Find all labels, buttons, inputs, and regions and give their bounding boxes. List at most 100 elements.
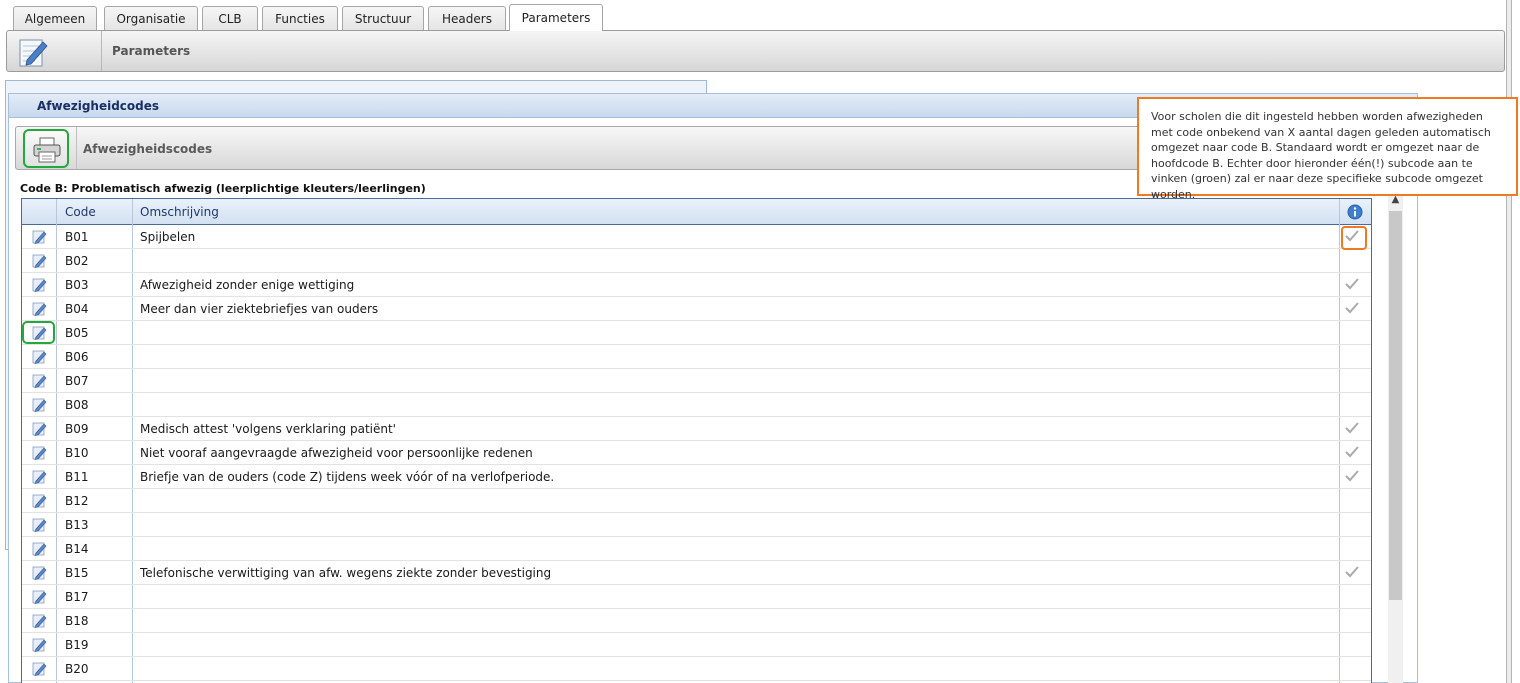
checkbox-empty[interactable] [1344, 589, 1360, 603]
row-description: Telefonische verwittiging van afw. wegen… [140, 566, 552, 580]
checkbox-empty[interactable] [1344, 493, 1360, 507]
row-code: B18 [65, 614, 89, 628]
edit-icon[interactable] [31, 661, 47, 677]
edit-icon[interactable] [31, 349, 47, 365]
checkmark-icon[interactable] [1344, 565, 1360, 579]
row-description: Medisch attest 'volgens verklaring patië… [140, 422, 396, 436]
notepad-pencil-icon [15, 36, 49, 68]
checkbox-empty[interactable] [1344, 517, 1360, 531]
table-row[interactable]: B07 [22, 369, 1371, 393]
table-row[interactable]: B15 Telefonische verwittiging van afw. we… [22, 561, 1371, 585]
table-row[interactable]: B06 [22, 345, 1371, 369]
table-row[interactable]: B03 Afwezigheid zonder enige wettiging [22, 273, 1371, 297]
checkmark-icon[interactable] [1344, 469, 1360, 483]
checkbox-empty[interactable] [1344, 661, 1360, 675]
tab-bar: Algemeen Organisatie CLB Functies Struct… [0, 0, 1506, 31]
checkbox-empty[interactable] [1344, 253, 1360, 267]
row-code: B05 [65, 326, 89, 340]
checkbox-empty[interactable] [1344, 397, 1360, 411]
checkbox-empty[interactable] [1344, 325, 1360, 339]
row-code: B06 [65, 350, 89, 364]
info-icon[interactable] [1347, 204, 1363, 220]
row-code: B17 [65, 590, 89, 604]
tab-organisatie[interactable]: Organisatie [104, 6, 198, 31]
checkbox-empty[interactable] [1344, 373, 1360, 387]
tab-headers[interactable]: Headers [428, 6, 506, 31]
edit-icon[interactable] [31, 445, 47, 461]
checkmark-icon[interactable] [1344, 301, 1360, 315]
row-description: Meer dan vier ziektebriefjes van ouders [140, 302, 379, 316]
edit-icon[interactable] [31, 493, 47, 509]
grid-header: Code Omschrijving [22, 199, 1371, 225]
row-code: B14 [65, 542, 89, 556]
row-description: Spijbelen [140, 230, 196, 244]
header-separator [101, 31, 102, 71]
checkbox-empty[interactable] [1344, 637, 1360, 651]
column-header-code[interactable]: Code [65, 199, 96, 224]
tab-parameters[interactable]: Parameters [509, 4, 603, 31]
row-code: B13 [65, 518, 89, 532]
table-row[interactable]: B10 Niet vooraf aangevraagde afwezigheid … [22, 441, 1371, 465]
row-code: B08 [65, 398, 89, 412]
table-row[interactable]: B19 [22, 633, 1371, 657]
checkmark-icon[interactable] [1344, 445, 1360, 459]
parameters-header: Parameters [6, 30, 1505, 72]
row-code: B01 [65, 230, 89, 244]
tab-clb[interactable]: CLB [202, 6, 258, 31]
toolbar-separator [76, 127, 77, 169]
checkmark-icon[interactable] [1344, 277, 1360, 291]
edit-icon[interactable] [31, 589, 47, 605]
edit-icon[interactable] [31, 421, 47, 437]
row-code: B11 [65, 470, 89, 484]
edit-icon[interactable] [31, 469, 47, 485]
row-description: Afwezigheid zonder enige wettiging [140, 278, 355, 292]
table-row[interactable]: B08 [22, 393, 1371, 417]
code-group-label: Code B: Problematisch afwezig (leerplich… [20, 182, 426, 195]
edit-icon[interactable] [31, 541, 47, 557]
codes-grid: Code Omschrijving B01 Spijbelen B02 B03 Afwe… [21, 198, 1372, 683]
page-title: Parameters [112, 44, 191, 58]
tab-algemeen[interactable]: Algemeen [13, 6, 97, 31]
table-row[interactable]: B14 [22, 537, 1371, 561]
grid-rows: B01 Spijbelen B02 B03 Afwezigheid zonder eni… [22, 225, 1371, 681]
row-code: B09 [65, 422, 89, 436]
table-row[interactable]: B18 [22, 609, 1371, 633]
row-description: Niet vooraf aangevraagde afwezigheid voo… [140, 446, 533, 460]
row-code: B19 [65, 638, 89, 652]
edit-icon[interactable] [31, 373, 47, 389]
edit-icon[interactable] [31, 253, 47, 269]
row-code: B04 [65, 302, 89, 316]
edit-icon[interactable] [31, 301, 47, 317]
row-code: B12 [65, 494, 89, 508]
edit-icon[interactable] [31, 229, 47, 245]
edit-icon[interactable] [31, 613, 47, 629]
edit-icon[interactable] [31, 637, 47, 653]
table-row[interactable]: B20 [22, 657, 1371, 681]
table-row[interactable]: B05 [22, 321, 1371, 345]
table-row[interactable]: B11 Briefje van de ouders (code Z) tijden… [22, 465, 1371, 489]
table-row[interactable]: B12 [22, 489, 1371, 513]
edit-icon[interactable] [31, 397, 47, 413]
table-row[interactable]: B04 Meer dan vier ziektebriefjes van oude… [22, 297, 1371, 321]
print-button[interactable] [23, 129, 69, 168]
row-code: B15 [65, 566, 89, 580]
checkbox-empty[interactable] [1344, 349, 1360, 363]
table-row[interactable]: B02 [22, 249, 1371, 273]
tab-structuur[interactable]: Structuur [342, 6, 424, 31]
row-code: B20 [65, 662, 89, 676]
edit-icon[interactable] [31, 517, 47, 533]
edit-icon[interactable] [31, 565, 47, 581]
table-row[interactable]: B09 Medisch attest 'volgens verklaring pa… [22, 417, 1371, 441]
scrollbar-thumb[interactable] [1389, 211, 1402, 600]
checkmark-icon[interactable] [1344, 421, 1360, 435]
tab-functies[interactable]: Functies [262, 6, 338, 31]
edit-icon[interactable] [31, 277, 47, 293]
row-description: Briefje van de ouders (code Z) tijdens w… [140, 470, 555, 484]
panel-title: Afwezigheidcodes [37, 99, 160, 113]
table-row[interactable]: B01 Spijbelen [22, 225, 1371, 249]
table-row[interactable]: B17 [22, 585, 1371, 609]
column-header-description[interactable]: Omschrijving [140, 199, 219, 224]
checkbox-empty[interactable] [1344, 613, 1360, 627]
table-row[interactable]: B13 [22, 513, 1371, 537]
checkbox-empty[interactable] [1344, 541, 1360, 555]
